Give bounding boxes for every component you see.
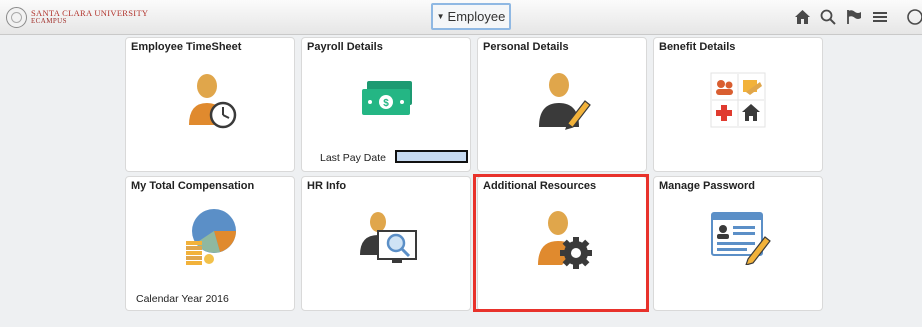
homepage-selector-label: Employee: [447, 9, 506, 24]
caret-down-icon: ▼: [436, 12, 445, 21]
tile-title: My Total Compensation: [131, 180, 255, 192]
last-pay-date-label: Last Pay Date: [320, 152, 386, 164]
compensation-chart-icon: [186, 209, 236, 265]
tile-title: HR Info: [307, 180, 347, 192]
tile-payroll-details[interactable]: Payroll Details $ Last Pay Date: [301, 37, 471, 172]
flag-icon[interactable]: [846, 9, 862, 25]
calendar-year-label: Calendar Year 2016: [136, 293, 229, 305]
homepage-selector[interactable]: ▼ Employee: [431, 3, 511, 30]
tile-title: Payroll Details: [307, 41, 383, 53]
logo-line-2: ECAMPUS: [31, 17, 67, 25]
tile-benefit-details[interactable]: Benefit Details: [653, 37, 823, 172]
money-icon: $: [362, 81, 412, 115]
university-seal-icon: [6, 6, 27, 28]
person-pencil-icon: [539, 73, 591, 130]
benefits-icon: [710, 72, 766, 128]
svg-text:$: $: [383, 98, 389, 109]
highlight-frame: [473, 174, 649, 312]
tile-manage-password[interactable]: Manage Password: [653, 176, 823, 311]
tile-title: Personal Details: [483, 41, 569, 53]
logo-text: SANTA CLARA UNIVERSITY ECAMPUS: [31, 9, 148, 25]
last-pay-date-value: [395, 150, 468, 163]
home-icon[interactable]: [794, 9, 811, 25]
tile-title: Manage Password: [659, 180, 755, 192]
top-bar: SANTA CLARA UNIVERSITY ECAMPUS ▼ Employe…: [0, 0, 922, 35]
tile-employee-timesheet[interactable]: Employee TimeSheet: [125, 37, 295, 172]
tile-hr-info[interactable]: HR Info: [301, 176, 471, 311]
university-logo[interactable]: SANTA CLARA UNIVERSITY ECAMPUS: [6, 5, 148, 29]
person-magnifier-icon: [360, 212, 417, 263]
person-clock-icon: [189, 74, 237, 129]
search-icon[interactable]: [820, 9, 836, 25]
tile-my-total-compensation[interactable]: My Total Compensation Calendar Year 2016: [125, 176, 295, 311]
logo-line-1: SANTA CLARA UNIVERSITY: [31, 8, 149, 18]
form-pencil-icon: [711, 212, 771, 265]
menu-icon[interactable]: [872, 9, 888, 25]
tile-title: Employee TimeSheet: [131, 41, 242, 53]
tile-personal-details[interactable]: Personal Details: [477, 37, 647, 172]
navbar-circle-icon[interactable]: [903, 9, 922, 25]
tile-title: Benefit Details: [659, 41, 736, 53]
